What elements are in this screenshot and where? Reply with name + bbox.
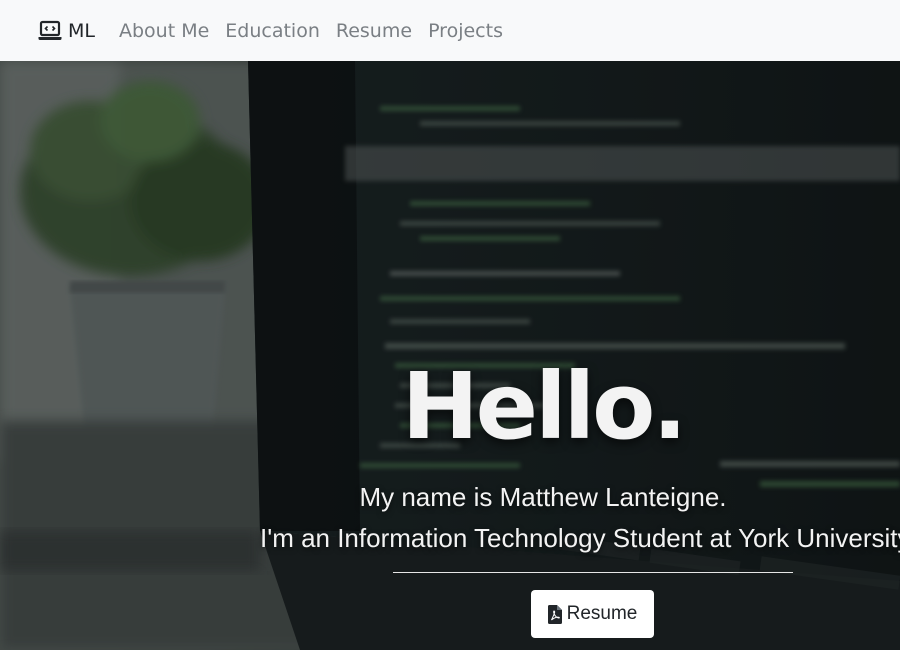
nav-link-education[interactable]: Education [225,20,320,42]
hero-name-line: My name is Matthew Lanteigne. [359,482,727,512]
brand-label: ML [68,19,95,42]
file-pdf-icon [547,604,562,624]
nav-links: About Me Education Resume Projects [119,20,519,42]
hero-divider [393,572,793,573]
hero-heading: Hello. [401,353,688,460]
nav-link-projects[interactable]: Projects [428,20,503,42]
resume-button[interactable]: Resume [531,590,654,638]
laptop-code-icon [38,20,62,42]
nav-link-resume[interactable]: Resume [336,20,412,42]
navbar: ML About Me Education Resume Projects [0,0,900,61]
hero-section: Hello. My name is Matthew Lanteigne. I'm… [0,61,900,650]
resume-button-label: Resume [566,603,638,624]
hero-role-line: I'm an Information Technology Student at… [260,523,900,553]
brand-link[interactable]: ML [38,20,95,42]
nav-link-about-me[interactable]: About Me [119,20,209,42]
